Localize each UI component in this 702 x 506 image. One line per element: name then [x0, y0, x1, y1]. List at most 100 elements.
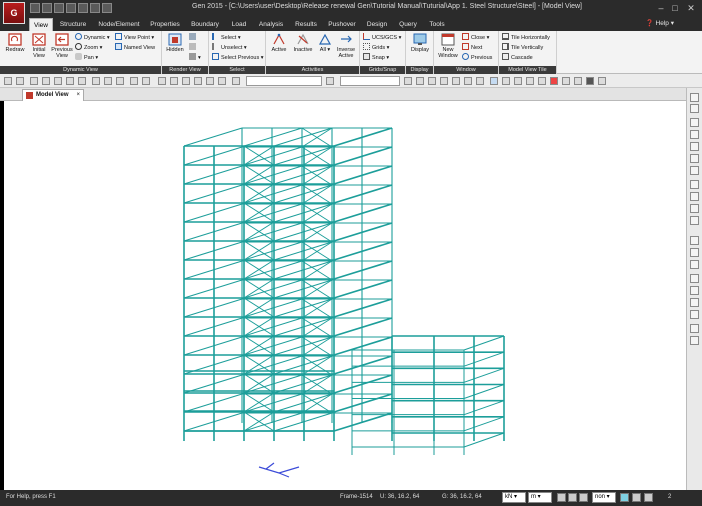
tb-tool-8-icon[interactable] [116, 77, 124, 85]
model-view-tab[interactable]: Model View × [22, 89, 84, 101]
right-tool-13-icon[interactable] [690, 248, 699, 257]
tab-properties[interactable]: Properties [147, 18, 183, 31]
tab-view[interactable]: View [29, 18, 53, 31]
tab-node-element[interactable]: Node/Element [95, 18, 143, 31]
tb-tool-17-icon[interactable] [232, 77, 240, 85]
render-option-1-icon[interactable] [189, 33, 198, 42]
tb-tool-35-icon[interactable] [598, 77, 606, 85]
render-option-3-icon[interactable]: ▾ [189, 53, 201, 62]
cascade-button[interactable]: Cascade [502, 53, 533, 62]
previous-window-button[interactable]: Previous [462, 53, 492, 62]
right-tool-16-icon[interactable] [690, 286, 699, 295]
hidden-button[interactable]: Hidden [164, 33, 186, 53]
tile-horizontally-button[interactable]: Tile Horizontally [502, 33, 550, 42]
tb-tool-25-icon[interactable] [476, 77, 484, 85]
right-tool-12-icon[interactable] [690, 236, 699, 245]
tb-tool-21-icon[interactable] [428, 77, 436, 85]
select-button[interactable]: Select ▾ [212, 33, 241, 42]
model-view-canvas[interactable] [4, 101, 686, 490]
status-prev-icon[interactable] [632, 493, 641, 502]
status-info-icon[interactable] [620, 493, 629, 502]
view-point-button[interactable]: View Point ▾ [115, 33, 154, 42]
tab-tools[interactable]: Tools [425, 18, 449, 31]
unselect-button[interactable]: Unselect ▾ [212, 43, 247, 52]
right-tool-20-icon[interactable] [690, 336, 699, 345]
active-button[interactable]: Active [269, 33, 289, 53]
right-tool-19-icon[interactable] [690, 324, 699, 333]
tb-tool-23-icon[interactable] [452, 77, 460, 85]
tab-analysis[interactable]: Analysis [255, 18, 287, 31]
redo-icon[interactable] [90, 3, 100, 13]
tb-tool-24-icon[interactable] [464, 77, 472, 85]
tab-load[interactable]: Load [227, 18, 251, 31]
select-previous-button[interactable]: Select Previous ▾ [212, 53, 264, 62]
save-icon[interactable] [54, 3, 64, 13]
snap-button[interactable]: Snap ▾ [363, 53, 389, 62]
zoom-button[interactable]: Zoom ▾ [75, 43, 102, 52]
right-tool-15-icon[interactable] [690, 274, 699, 283]
option-select[interactable]: non ▾ [592, 492, 616, 503]
maximize-button[interactable]: □ [668, 2, 682, 14]
close-tab-icon[interactable]: × [76, 90, 80, 101]
quick-access-menu-icon[interactable] [102, 3, 112, 13]
tb-tool-1-icon[interactable] [30, 77, 38, 85]
previous-view-button[interactable]: Previous View [51, 33, 73, 59]
named-view-button[interactable]: Named View [115, 43, 155, 52]
tb-tool-10-icon[interactable] [142, 77, 150, 85]
minimize-button[interactable]: – [654, 2, 668, 14]
tab-structure[interactable]: Structure [56, 18, 90, 31]
tb-tool-27-icon[interactable] [502, 77, 510, 85]
close-window-tab-button[interactable]: Close ▾ [462, 33, 489, 42]
tb-tool-28-icon[interactable] [514, 77, 522, 85]
pan-button[interactable]: Pan ▾ [75, 53, 98, 62]
tab-design[interactable]: Design [363, 18, 391, 31]
tb-redo-icon[interactable] [16, 77, 24, 85]
tb-tool-5-icon[interactable] [78, 77, 86, 85]
right-tool-10-icon[interactable] [690, 204, 699, 213]
tb-tool-19-icon[interactable] [404, 77, 412, 85]
right-tool-3-icon[interactable] [690, 118, 699, 127]
undo-icon[interactable] [78, 3, 88, 13]
tb-tool-30-icon[interactable] [538, 77, 546, 85]
tab-query[interactable]: Query [395, 18, 421, 31]
all-button[interactable]: All ▾ [318, 33, 332, 53]
tab-boundary[interactable]: Boundary [187, 18, 223, 31]
right-tool-4-icon[interactable] [690, 130, 699, 139]
help-menu[interactable]: ❓ Help ▾ [646, 19, 674, 27]
tb-tool-7-icon[interactable] [104, 77, 112, 85]
tb-tool-9-icon[interactable] [130, 77, 138, 85]
dynamic-button[interactable]: Dynamic ▾ [75, 33, 110, 42]
length-unit-select[interactable]: m ▾ [528, 492, 552, 503]
status-tool-3-icon[interactable] [579, 493, 588, 502]
inactive-button[interactable]: Inactive [290, 33, 316, 53]
tb-tool-4-icon[interactable] [66, 77, 74, 85]
grids-button[interactable]: Grids ▾ [363, 43, 389, 52]
tb-tool-6-icon[interactable] [92, 77, 100, 85]
tb-tool-3-icon[interactable] [54, 77, 62, 85]
tb-tool-32-icon[interactable] [562, 77, 570, 85]
tb-tool-13-icon[interactable] [182, 77, 190, 85]
force-unit-select[interactable]: kN ▾ [502, 492, 526, 503]
right-tool-18-icon[interactable] [690, 310, 699, 319]
tile-vertically-button[interactable]: Tile Vertically [502, 43, 543, 52]
open-file-icon[interactable] [42, 3, 52, 13]
render-option-2-icon[interactable] [189, 43, 198, 52]
tb-tool-15-icon[interactable] [206, 77, 214, 85]
status-tool-1-icon[interactable] [557, 493, 566, 502]
print-icon[interactable] [66, 3, 76, 13]
tb-tool-34-icon[interactable] [586, 77, 594, 85]
tb-undo-icon[interactable] [4, 77, 12, 85]
app-logo[interactable]: G [3, 2, 25, 24]
tb-tool-20-icon[interactable] [416, 77, 424, 85]
status-next-icon[interactable] [644, 493, 653, 502]
command-input[interactable] [246, 76, 322, 86]
tb-tool-33-icon[interactable] [574, 77, 582, 85]
tb-tool-2-icon[interactable] [42, 77, 50, 85]
right-tool-8-icon[interactable] [690, 180, 699, 189]
right-tool-14-icon[interactable] [690, 260, 699, 269]
new-file-icon[interactable] [30, 3, 40, 13]
initial-view-button[interactable]: Initial View [28, 33, 50, 59]
tb-tool-16-icon[interactable] [218, 77, 226, 85]
right-tool-1-icon[interactable] [690, 93, 699, 102]
ucs-gcs-button[interactable]: UCS/GCS ▾ [363, 33, 401, 42]
